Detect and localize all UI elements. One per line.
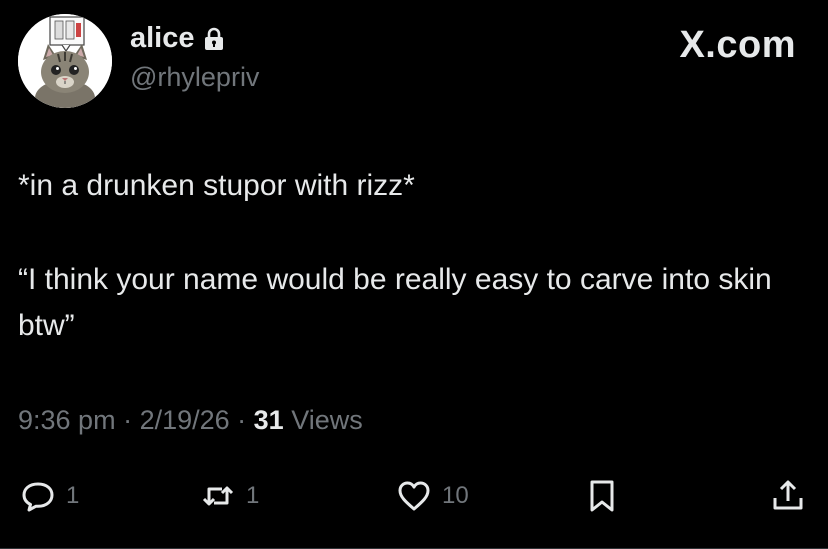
reply-button[interactable]: 1	[20, 474, 79, 518]
views-count: 31	[253, 405, 284, 435]
views-label: Views	[283, 405, 363, 435]
reply-count: 1	[66, 482, 80, 509]
tweet-line-1: *in a drunken stupor with rizz*	[18, 169, 415, 202]
repost-count: 1	[246, 482, 260, 509]
reply-icon	[22, 482, 54, 512]
tweet-line-2: “I think your name would be really easy …	[18, 263, 772, 342]
lock-icon	[203, 27, 225, 51]
tweet-date[interactable]: 2/19/26	[140, 405, 230, 435]
user-handle[interactable]: @rhylepriv	[130, 62, 259, 93]
meta-separator: ·	[115, 405, 140, 435]
brand-logo-text: X.com	[679, 24, 796, 66]
action-bar: 1 1 10	[0, 474, 828, 518]
author-name-row: alice	[130, 22, 225, 55]
display-name[interactable]: alice	[130, 22, 195, 55]
bookmark-button[interactable]	[584, 474, 620, 518]
like-count: 10	[442, 482, 469, 509]
like-button[interactable]: 10	[396, 474, 469, 518]
avatar[interactable]	[18, 14, 112, 108]
heart-icon	[398, 481, 430, 511]
tweet-body: *in a drunken stupor with rizz* “I think…	[18, 163, 808, 349]
bookmark-icon	[590, 480, 614, 512]
repost-icon	[202, 486, 234, 506]
tweet-time[interactable]: 9:36 pm	[18, 405, 116, 435]
meta-separator: ·	[229, 405, 254, 435]
repost-button[interactable]: 1	[200, 474, 259, 518]
share-button[interactable]	[770, 474, 806, 518]
cat-avatar-icon	[18, 14, 112, 108]
share-icon	[773, 480, 803, 510]
tweet-meta: 9:36 pm · 2/19/26 · 31 Views	[18, 405, 363, 436]
